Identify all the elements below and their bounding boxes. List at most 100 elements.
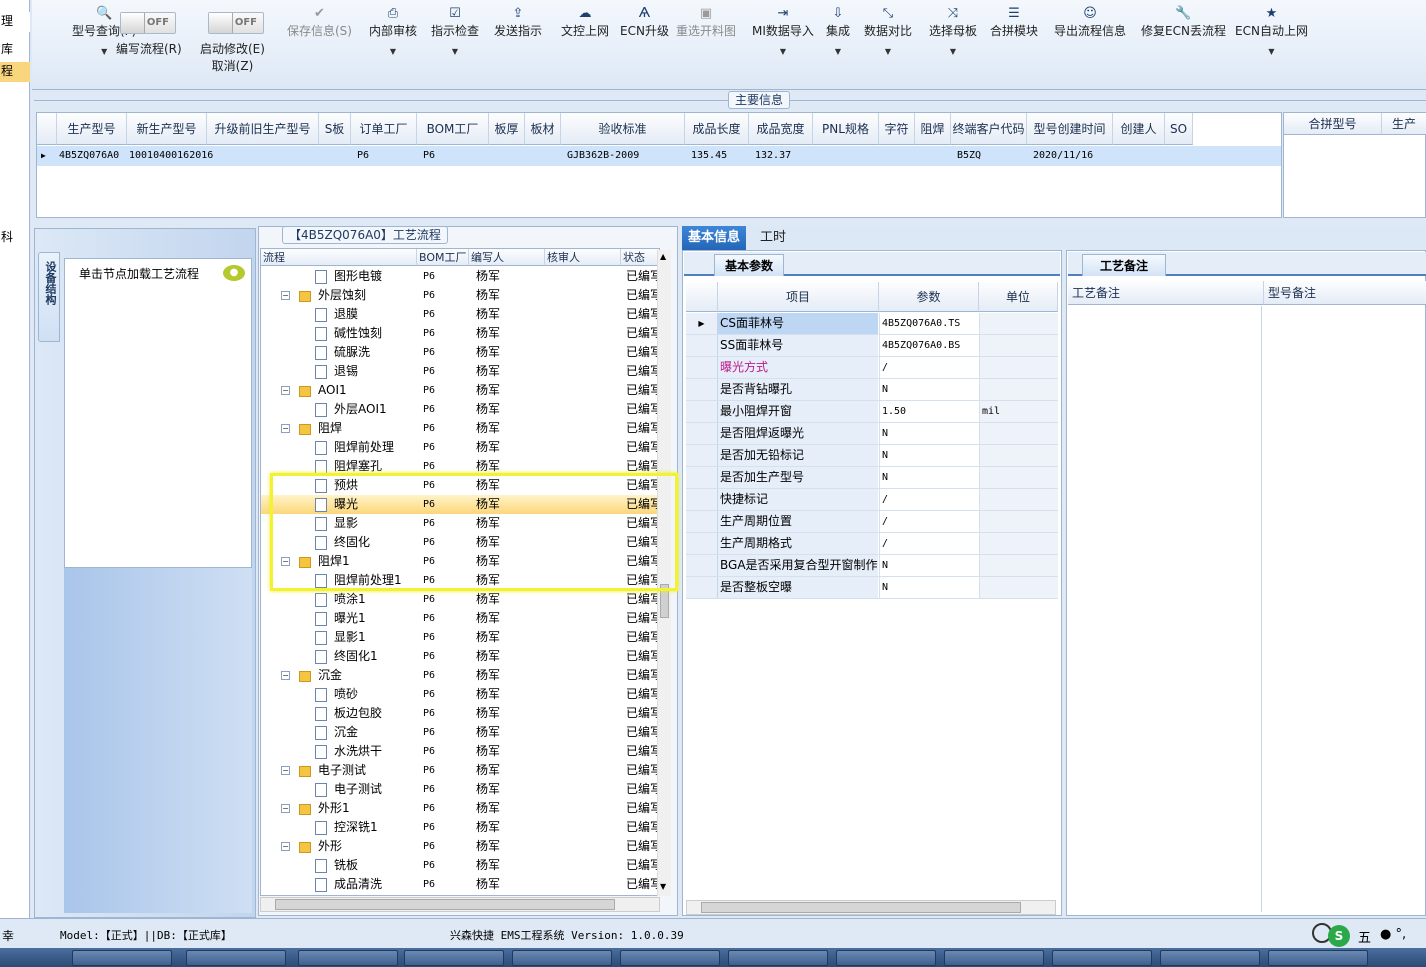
tree-step-row[interactable]: 水洗烘干 P6 杨军 已编写 — [261, 742, 659, 761]
toggle-label[interactable]: 启动修改(E) 取消(Z) — [200, 40, 265, 74]
main-col-header[interactable]: 订单工厂 — [351, 113, 417, 145]
param-row[interactable]: 是否加生产型号 N — [686, 467, 1058, 489]
taskbar-button[interactable] — [728, 950, 828, 966]
toolbar-button[interactable]: ⇥ MI数据导入 ▼ — [752, 6, 814, 56]
hscroll-thumb[interactable] — [275, 899, 615, 910]
tree-step-row[interactable]: 铣板 P6 杨军 已编写 — [261, 856, 659, 875]
tree-step-row[interactable]: 电子测试 P6 杨军 已编写 — [261, 780, 659, 799]
load-process-box[interactable]: 单击节点加载工艺流程 ● — [64, 258, 252, 568]
toolbar-button[interactable]: Ѧ ECN升级 — [620, 6, 669, 39]
main-cell[interactable]: B5ZQ — [957, 146, 981, 166]
collapse-icon[interactable]: − — [281, 804, 290, 813]
main-cell[interactable]: 4B5ZQ076A0 — [59, 146, 119, 166]
tree-folder-row[interactable]: − 阻焊 P6 杨军 已编写 — [261, 419, 659, 438]
tree-folder-row[interactable]: − AOI1 P6 杨军 已编写 — [261, 381, 659, 400]
tree-step-row[interactable]: 终固化1 P6 杨军 已编写 — [261, 647, 659, 666]
tree-col-header[interactable]: 编写人 — [469, 249, 545, 266]
taskbar-button[interactable] — [72, 950, 172, 966]
toolbar-button[interactable]: ☺ 导出流程信息 — [1054, 6, 1126, 39]
toolbar-button[interactable]: ▣ 重选开料图 — [676, 6, 736, 39]
ime-mode[interactable]: 五 — [1358, 927, 1371, 946]
param-row[interactable]: 生产周期格式 / — [686, 533, 1058, 555]
dropdown-arrow-icon[interactable]: ▼ — [1235, 47, 1308, 56]
main-col-header[interactable]: 板厚 — [489, 113, 525, 145]
hscroll-thumb[interactable] — [701, 902, 1021, 913]
toolbar-button[interactable]: ⎙ 内部审核 ▼ — [369, 6, 417, 56]
tree-step-row[interactable]: 退锡 P6 杨军 已编写 — [261, 362, 659, 381]
param-value[interactable]: N — [879, 445, 979, 466]
main-col-header[interactable]: 阻焊 — [915, 113, 951, 145]
tree-col-header[interactable]: 流程 — [261, 249, 417, 266]
toggle-switch[interactable]: OFF — [208, 12, 264, 34]
param-value[interactable]: / — [879, 489, 979, 510]
tree-step-row[interactable]: 曝光1 P6 杨军 已编写 — [261, 609, 659, 628]
main-col-header[interactable]: BOM工厂 — [417, 113, 489, 145]
dropdown-arrow-icon[interactable]: ▼ — [431, 47, 479, 56]
param-row[interactable]: 是否阻焊返曝光 N — [686, 423, 1058, 445]
collapse-icon[interactable]: − — [281, 291, 290, 300]
param-value[interactable]: N — [879, 423, 979, 444]
tree-folder-row[interactable]: − 外形1 P6 杨军 已编写 — [261, 799, 659, 818]
toolbar-button[interactable]: ⇩ 集成 ▼ — [826, 6, 850, 56]
dropdown-arrow-icon[interactable]: ▼ — [752, 47, 814, 56]
tree-step-row[interactable]: 硫脲洗 P6 杨军 已编写 — [261, 343, 659, 362]
main-col-header[interactable]: PNL规格 — [813, 113, 879, 145]
taskbar-button[interactable] — [1052, 950, 1152, 966]
main-col-header[interactable]: 验收标准 — [561, 113, 685, 145]
taskbar-button[interactable] — [836, 950, 936, 966]
tree-folder-row[interactable]: − 外形 P6 杨军 已编写 — [261, 837, 659, 856]
tab-basic-info[interactable]: 基本信息 — [682, 226, 747, 250]
main-col-header[interactable]: SO — [1165, 113, 1193, 145]
tree-step-row[interactable]: 喷砂 P6 杨军 已编写 — [261, 685, 659, 704]
taskbar-button[interactable] — [298, 950, 398, 966]
toggle-switch[interactable]: OFF — [120, 12, 176, 34]
dropdown-arrow-icon[interactable]: ▼ — [369, 47, 417, 56]
toolbar-button[interactable]: ⇪ 发送指示 — [494, 6, 542, 39]
taskbar-button[interactable] — [404, 950, 504, 966]
param-value[interactable]: N — [879, 577, 979, 598]
tree-horizontal-scrollbar[interactable] — [260, 897, 660, 912]
main-cell[interactable]: 132.37 — [755, 146, 791, 166]
toolbar-button[interactable]: ★ ECN自动上网 ▼ — [1235, 6, 1308, 56]
tree-step-row[interactable]: 沉金 P6 杨军 已编写 — [261, 723, 659, 742]
left-strip-item[interactable]: 库 — [0, 40, 30, 60]
param-row[interactable]: BGA是否采用复合型开窗制作 N — [686, 555, 1058, 577]
main-col-header[interactable]: 终端客户代码 — [951, 113, 1027, 145]
collapse-icon[interactable]: − — [281, 386, 290, 395]
collapse-icon[interactable]: − — [281, 766, 290, 775]
main-col-header[interactable]: 板材 — [525, 113, 561, 145]
ime-s-icon[interactable]: S — [1328, 925, 1350, 947]
taskbar-button[interactable] — [186, 950, 286, 966]
toolbar-button[interactable]: ⤨ 选择母板 ▼ — [929, 6, 977, 56]
param-value[interactable]: 4B5ZQ076A0.TS — [879, 313, 979, 334]
param-row[interactable]: 生产周期位置 / — [686, 511, 1058, 533]
toolbar-button[interactable]: ✔ 保存信息(S) — [287, 6, 352, 39]
param-value[interactable]: N — [879, 379, 979, 400]
tree-col-header[interactable]: BOM工厂 — [417, 249, 469, 266]
process-remarks-textarea[interactable] — [1068, 306, 1262, 912]
main-col-header[interactable]: 创建人 — [1113, 113, 1165, 145]
main-col-header[interactable]: 字符 — [879, 113, 915, 145]
tree-step-row[interactable]: 板边包胶 P6 杨军 已编写 — [261, 704, 659, 723]
main-col-header[interactable]: 新生产型号 — [127, 113, 207, 145]
params-col-header[interactable]: 单位 — [979, 282, 1058, 312]
merge-col-header[interactable]: 生产 — [1382, 113, 1426, 135]
main-col-header[interactable]: S板 — [319, 113, 351, 145]
tree-step-row[interactable]: 碱性蚀刻 P6 杨军 已编写 — [261, 324, 659, 343]
params-col-header[interactable]: 项目 — [718, 282, 879, 312]
collapse-icon[interactable]: − — [281, 424, 290, 433]
toolbar-button[interactable]: 🔧 修复ECN丢流程 — [1141, 6, 1226, 39]
param-value[interactable]: N — [879, 467, 979, 488]
tree-folder-row[interactable]: − 电子测试 P6 杨军 已编写 — [261, 761, 659, 780]
param-row[interactable]: 最小阻焊开窗 1.50 mil — [686, 401, 1058, 423]
param-value[interactable]: / — [879, 533, 979, 554]
scroll-up-arrow[interactable]: ▲ — [660, 252, 666, 261]
dropdown-arrow-icon[interactable]: ▼ — [826, 47, 850, 56]
taskbar-button[interactable] — [1268, 950, 1368, 966]
main-cell[interactable]: 2020/11/16 — [1033, 146, 1093, 166]
tree-step-row[interactable]: 阻焊前处理 P6 杨军 已编写 — [261, 438, 659, 457]
merge-col-header[interactable]: 合拼型号 — [1284, 113, 1382, 135]
taskbar-button[interactable] — [1160, 950, 1260, 966]
tree-step-row[interactable]: 成品清洗 P6 杨军 已编写 — [261, 875, 659, 894]
params-horizontal-scrollbar[interactable] — [686, 900, 1056, 915]
